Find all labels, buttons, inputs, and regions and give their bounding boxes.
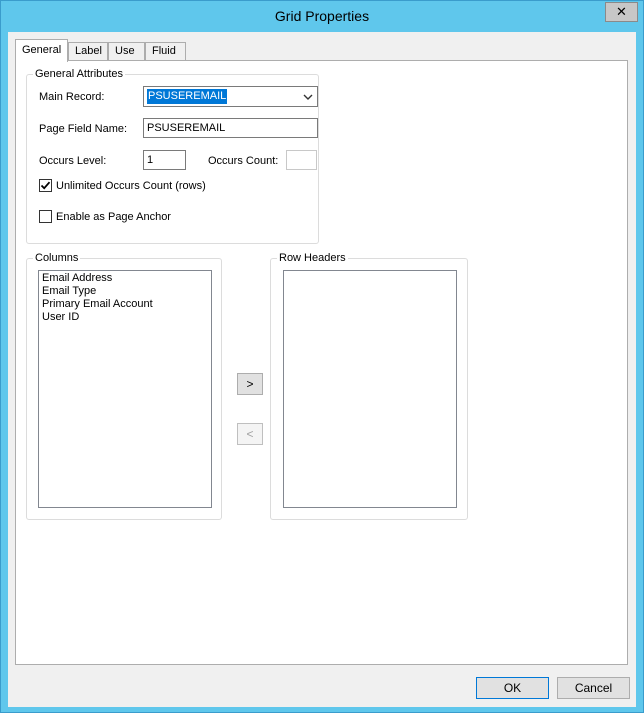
- occurs-count-label: Occurs Count:: [208, 155, 279, 167]
- list-item[interactable]: Primary Email Account: [42, 298, 208, 311]
- close-icon: ✕: [616, 4, 627, 19]
- tab-fluid[interactable]: Fluid: [145, 42, 186, 61]
- occurs-count-input[interactable]: [286, 150, 317, 170]
- columns-listbox[interactable]: Email Address Email Type Primary Email A…: [38, 270, 212, 508]
- grid-properties-dialog: Grid Properties ✕ General Label Use Flui…: [0, 0, 644, 713]
- general-tab-panel: General Attributes Main Record: PSUSEREM…: [15, 60, 628, 665]
- page-anchor-checkbox[interactable]: [39, 210, 52, 223]
- move-right-button[interactable]: >: [237, 373, 263, 395]
- list-item[interactable]: User ID: [42, 311, 208, 324]
- title-bar: Grid Properties ✕: [1, 1, 643, 32]
- main-record-value: PSUSEREMAIL: [147, 89, 228, 104]
- tab-use[interactable]: Use: [108, 42, 145, 61]
- main-record-select[interactable]: PSUSEREMAIL: [143, 86, 318, 107]
- ok-button[interactable]: OK: [476, 677, 549, 699]
- chevron-down-icon: [303, 94, 313, 100]
- unlimited-occurs-label: Unlimited Occurs Count (rows): [56, 180, 206, 192]
- dialog-client-area: General Label Use Fluid General Attribut…: [8, 32, 636, 707]
- occurs-level-input[interactable]: 1: [143, 150, 186, 170]
- columns-group: Columns Email Address Email Type Primary…: [26, 252, 222, 520]
- page-field-name-label: Page Field Name:: [39, 123, 128, 135]
- list-item[interactable]: Email Address: [42, 272, 208, 285]
- main-record-label: Main Record:: [39, 91, 105, 103]
- row-headers-label: Row Headers: [277, 252, 348, 264]
- occurs-level-label: Occurs Level:: [39, 155, 107, 167]
- move-left-button[interactable]: <: [237, 423, 263, 445]
- chevron-right-icon: >: [246, 377, 254, 391]
- general-attributes-label: General Attributes: [33, 68, 126, 80]
- close-button[interactable]: ✕: [605, 2, 638, 22]
- chevron-left-icon: <: [246, 427, 254, 441]
- checkmark-icon: [40, 181, 51, 190]
- cancel-button[interactable]: Cancel: [557, 677, 630, 699]
- unlimited-occurs-checkbox[interactable]: [39, 179, 52, 192]
- tab-general[interactable]: General: [15, 39, 68, 62]
- columns-label: Columns: [33, 252, 81, 264]
- tab-label[interactable]: Label: [68, 42, 108, 61]
- row-headers-group: Row Headers: [270, 252, 468, 520]
- list-item[interactable]: Email Type: [42, 285, 208, 298]
- general-attributes-group: General Attributes Main Record: PSUSEREM…: [26, 68, 319, 244]
- row-headers-listbox[interactable]: [283, 270, 457, 508]
- window-title: Grid Properties: [274, 8, 370, 24]
- page-anchor-label: Enable as Page Anchor: [56, 211, 171, 223]
- page-field-name-input[interactable]: PSUSEREMAIL: [143, 118, 318, 138]
